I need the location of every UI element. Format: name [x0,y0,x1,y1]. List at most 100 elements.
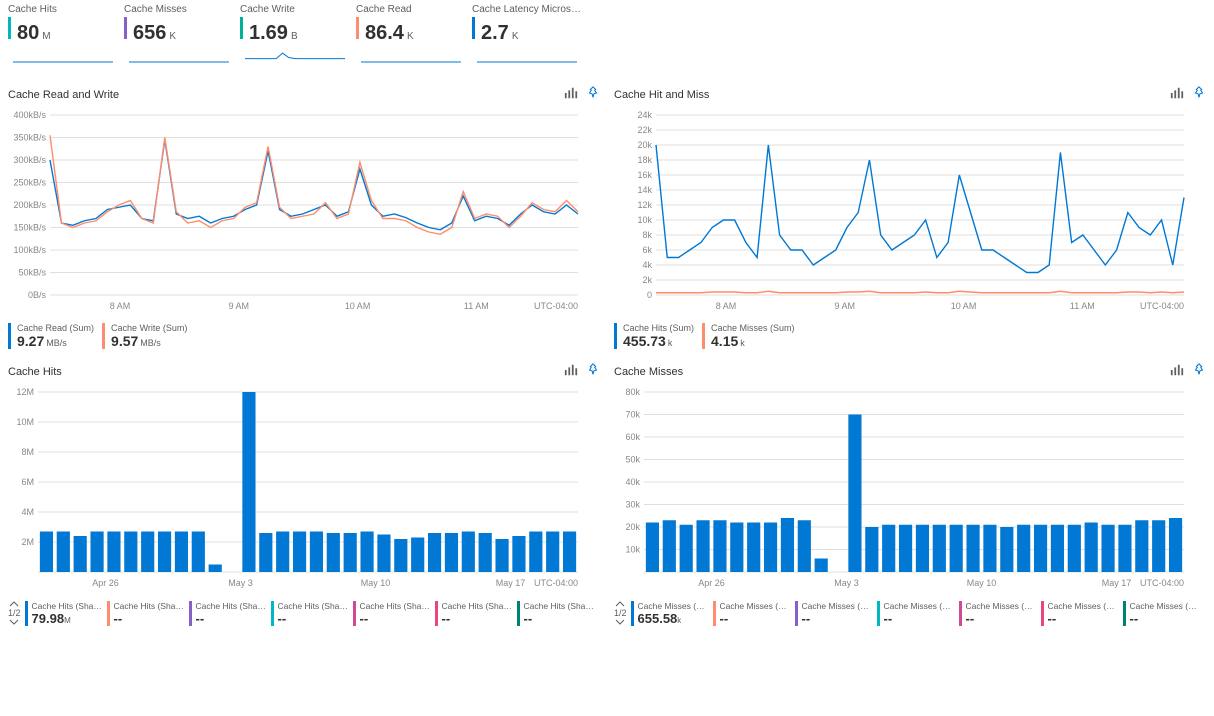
svg-text:350kB/s: 350kB/s [13,133,46,143]
metric-unit: K [169,31,176,42]
legend-hm: Cache Hits (Sum)455.73k Cache Misses (Sum… [614,323,1206,349]
legend-item[interactable]: Cache Hits (Sum)455.73k [614,323,694,349]
shard-legend-item[interactable]: Cache Misses (Shard ...-- [877,601,955,626]
shard-legend-item[interactable]: Cache Hits (Shard 2)...-- [189,601,267,626]
shard-legend-item[interactable]: Cache Misses (Shard ...-- [713,601,791,626]
pin-icon[interactable] [586,363,600,380]
shard-value: -- [278,611,349,626]
panel-title: Cache Misses [614,366,683,378]
metric-value: 2.7 [481,22,509,45]
metrics-explorer-icon[interactable] [564,86,578,103]
svg-text:Apr 26: Apr 26 [92,578,119,588]
metric-title: Cache Write [240,4,350,15]
legend-name: Cache Read (Sum) [17,323,94,333]
shard-value: -- [442,611,513,626]
svg-text:50k: 50k [625,455,640,465]
svg-text:May 17: May 17 [496,578,526,588]
legend-value: 4.15k [711,333,795,349]
svg-text:100kB/s: 100kB/s [13,245,46,255]
pager-text: 1/2 [8,608,21,618]
svg-text:0B/s: 0B/s [28,290,47,300]
svg-text:250kB/s: 250kB/s [13,178,46,188]
metric-title: Cache Latency Microsecon [472,4,582,15]
shard-legend-item[interactable]: Cache Misses (Shard ...-- [1041,601,1119,626]
svg-text:0: 0 [647,290,652,300]
svg-text:40k: 40k [625,477,640,487]
charts-grid: Cache Read and Write 0B/s50kB/s100kB/s15… [0,78,1214,634]
svg-text:150kB/s: 150kB/s [13,223,46,233]
svg-text:2k: 2k [642,275,652,285]
shard-legend-item[interactable]: Cache Hits (Shard 6)...-- [517,601,595,626]
chevron-up-icon[interactable] [9,600,19,608]
svg-text:4k: 4k [642,260,652,270]
shard-name: Cache Hits (Shard 6)... [524,601,595,611]
svg-text:10k: 10k [625,545,640,555]
svg-text:May 10: May 10 [967,578,997,588]
metric-card[interactable]: Cache Write 1.69B [240,2,350,72]
shard-name: Cache Misses (Shard ... [1048,601,1119,611]
svg-text:24k: 24k [637,110,652,120]
shard-legend-item[interactable]: Cache Misses (Shard ...655.58k [631,601,709,626]
svg-text:400kB/s: 400kB/s [13,110,46,120]
shard-legend-item[interactable]: Cache Misses (Shard ...-- [795,601,873,626]
shard-legend-item[interactable]: Cache Hits (Shard 3)...-- [271,601,349,626]
panel-cache-hits: Cache Hits 2M4M6M8M10M12MApr 26May 3May … [8,363,600,626]
svg-text:16k: 16k [637,170,652,180]
svg-text:10 AM: 10 AM [951,301,977,311]
legend-item[interactable]: Cache Read (Sum)9.27MB/s [8,323,94,349]
metrics-strip: Cache Hits80MCache Misses656KCache Write… [0,0,1214,78]
metrics-explorer-icon[interactable] [564,363,578,380]
shard-name: Cache Hits (Shard 0)... [32,601,103,611]
metric-sparkline [472,49,582,67]
shard-value: -- [720,611,791,626]
shard-legend-item[interactable]: Cache Hits (Shard 1)...-- [107,601,185,626]
shard-value: -- [966,611,1037,626]
metric-card[interactable]: Cache Misses656K [124,2,234,72]
legend-item[interactable]: Cache Write (Sum)9.57MB/s [102,323,187,349]
metric-color-bar [356,17,359,39]
shard-pager[interactable]: 1/2 [8,600,21,626]
shard-legend-item[interactable]: Cache Misses (Shard ...-- [959,601,1037,626]
svg-text:2M: 2M [21,537,34,547]
metrics-explorer-icon[interactable] [1170,86,1184,103]
shards-misses: 1/2Cache Misses (Shard ...655.58kCache M… [614,600,1206,626]
svg-text:Apr 26: Apr 26 [698,578,725,588]
pager-text: 1/2 [614,608,627,618]
chevron-down-icon[interactable] [615,618,625,626]
shard-name: Cache Hits (Shard 1)... [114,601,185,611]
shard-name: Cache Misses (Shard ... [966,601,1037,611]
metric-value: 86.4 [365,22,404,45]
metric-title: Cache Hits [8,4,118,15]
svg-text:20k: 20k [637,140,652,150]
svg-text:70k: 70k [625,410,640,420]
legend-item[interactable]: Cache Misses (Sum)4.15k [702,323,795,349]
shard-pager[interactable]: 1/2 [614,600,627,626]
metric-unit: B [291,31,298,42]
svg-text:9 AM: 9 AM [835,301,856,311]
metric-card[interactable]: Cache Hits80M [8,2,118,72]
svg-text:10 AM: 10 AM [345,301,371,311]
metric-color-bar [8,17,11,39]
metric-card[interactable]: Cache Read86.4K [356,2,466,72]
shard-value: -- [1048,611,1119,626]
chevron-down-icon[interactable] [9,618,19,626]
metrics-explorer-icon[interactable] [1170,363,1184,380]
metric-value: 656 [133,22,166,45]
metric-color-bar [124,17,127,39]
panel-title: Cache Read and Write [8,89,119,101]
chevron-up-icon[interactable] [615,600,625,608]
shard-legend-item[interactable]: Cache Misses (Shard ...-- [1123,601,1201,626]
pin-icon[interactable] [1192,86,1206,103]
shard-value: -- [1130,611,1201,626]
pin-icon[interactable] [1192,363,1206,380]
metric-card[interactable]: Cache Latency Microsecon2.7K [472,2,582,72]
pin-icon[interactable] [586,86,600,103]
svg-text:May 3: May 3 [228,578,253,588]
metric-value: 1.69 [249,22,288,45]
shard-legend-item[interactable]: Cache Hits (Shard 4)...-- [353,601,431,626]
legend-name: Cache Misses (Sum) [711,323,795,333]
panel-title: Cache Hits [8,366,62,378]
shard-legend-item[interactable]: Cache Hits (Shard 5)...-- [435,601,513,626]
svg-text:10M: 10M [16,417,34,427]
shard-legend-item[interactable]: Cache Hits (Shard 0)...79.98M [25,601,103,626]
